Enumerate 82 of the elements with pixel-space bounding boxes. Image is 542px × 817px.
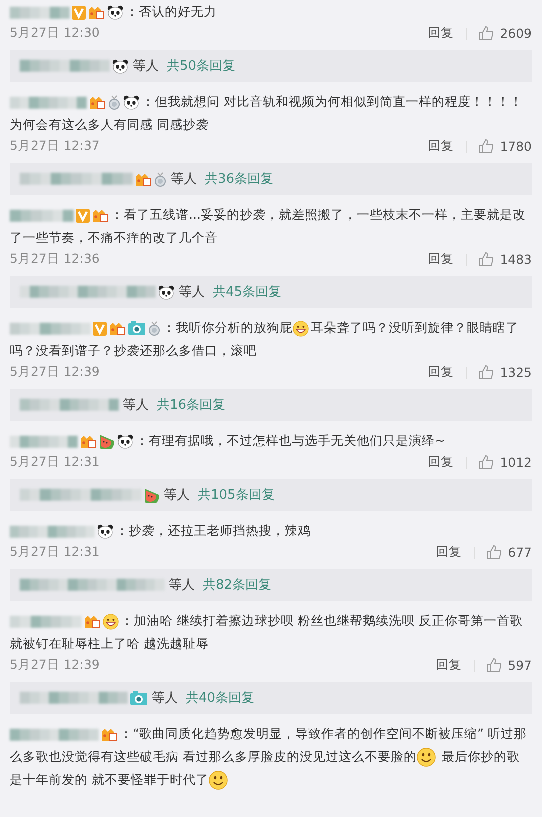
repliers-suffix: 等人 [133, 58, 159, 75]
blurred-username [10, 616, 82, 628]
like-button[interactable]: 1483 [479, 252, 532, 267]
thumbs-up-icon [479, 26, 494, 41]
medal-icon [148, 321, 161, 336]
comment-date: 5月27日 12:36 [10, 251, 101, 268]
camera-icon [130, 690, 148, 706]
watermelon-icon [99, 434, 115, 450]
reply-link[interactable]: 回复 [428, 251, 454, 268]
medal-icon [108, 95, 121, 110]
comment-text: ：抄袭，还拉王老师挡热搜，辣鸡 [10, 519, 532, 542]
like-button[interactable]: 1780 [479, 139, 532, 154]
crown-badge-icon [101, 727, 118, 742]
crown-badge-icon [80, 434, 97, 450]
reply-link[interactable]: 回复 [428, 138, 454, 155]
reply-link[interactable]: 回复 [436, 544, 462, 561]
medal-icon [154, 172, 167, 186]
crown-badge-icon [92, 208, 109, 224]
like-button[interactable]: 2609 [479, 26, 532, 41]
reply-link[interactable]: 回复 [428, 25, 454, 42]
like-button[interactable]: 1012 [479, 455, 532, 470]
reply-link[interactable]: 回复 [436, 657, 462, 674]
comment-date: 5月27日 12:39 [10, 657, 101, 674]
comment-text: ：否认的好无力 [10, 0, 532, 23]
reply-count-link[interactable]: 共82条回复 [203, 576, 272, 594]
comment-text: ：但我就想问 对比音轨和视频为何相似到简直一样的程度！！！！为何会有这么多人有同感 同感抄袭 [10, 93, 524, 134]
like-button[interactable]: 1325 [479, 365, 532, 380]
repliers-suffix: 等人 [123, 397, 149, 414]
repliers-suffix: 等人 [179, 284, 205, 301]
reply-count-link[interactable]: 共105条回复 [198, 486, 275, 504]
panda-icon [117, 434, 134, 450]
blurred-username [10, 436, 78, 448]
crown-badge-icon [88, 5, 105, 20]
comment-date: 5月27日 12:31 [10, 454, 101, 471]
panda-icon [158, 284, 175, 300]
repliers-suffix: 等人 [152, 690, 178, 707]
repliers-suffix: 等人 [169, 577, 195, 594]
repliers-suffix: 等人 [164, 487, 190, 504]
panda-icon [112, 58, 129, 74]
crown-badge-icon [109, 321, 126, 336]
reply-link[interactable]: 回复 [428, 454, 454, 471]
comment-text: ：有理有据哦，不过怎样也与选手无关他们只是演绎~ [10, 429, 532, 452]
thumbs-up-icon [479, 252, 494, 267]
thumbs-up-icon [487, 545, 502, 560]
like-button[interactable]: 597 [487, 658, 532, 673]
smiley-face-icon [416, 748, 436, 768]
reply-count-link[interactable]: 共36条回复 [205, 170, 274, 188]
comment-date: 5月27日 12:30 [10, 25, 101, 42]
blurred-username [10, 6, 70, 19]
reply-count-link[interactable]: 共16条回复 [157, 396, 226, 414]
thumbs-up-icon [487, 658, 502, 673]
v-badge-icon [93, 322, 107, 336]
v-badge-icon [72, 6, 86, 20]
panda-icon [107, 5, 124, 20]
watermelon-icon [144, 488, 160, 502]
blurred-username [10, 210, 74, 222]
panda-icon [97, 524, 114, 540]
comment-date: 5月27日 12:31 [10, 544, 101, 561]
reply-count-link[interactable]: 共50条回复 [167, 57, 236, 75]
thumbs-up-icon [479, 139, 494, 154]
comment-date: 5月27日 12:39 [10, 364, 101, 381]
comment-date: 5月27日 12:37 [10, 138, 101, 155]
thumbs-up-icon [479, 365, 494, 380]
crown-badge-icon [135, 172, 152, 186]
reply-count-link[interactable]: 共45条回复 [213, 283, 282, 301]
camera-icon [128, 321, 146, 336]
panda-icon [123, 95, 140, 110]
repliers-suffix: 等人 [171, 171, 197, 188]
reply-count-link[interactable]: 共40条回复 [186, 689, 255, 707]
smiley-face-icon [208, 771, 228, 790]
comment-text: ：“歌曲同质化趋势愈发明显，导致作者的创作空间不断被压缩” 听过那么多歌也没觉得有这些破毛病 看过那么多厚脸皮的没见过这么不要脸的 最后你抄的歌是十年前发的 就不要怪罪于时代了 [10, 722, 532, 791]
crown-badge-icon [89, 95, 106, 110]
v-badge-icon [76, 208, 90, 223]
grinning-face-icon [293, 320, 309, 337]
reply-link[interactable]: 回复 [428, 364, 454, 381]
thumbs-up-icon [479, 455, 494, 470]
comment-text: ：看了五线谱...妥妥的抄袭，就差照搬了，一些枝末不一样，主要就是改了一些节奏，不痛不痒的改了几个音 [10, 206, 527, 247]
grinning-face-icon [103, 614, 119, 630]
crown-badge-icon [84, 614, 101, 630]
comment-text: ：加油哈 继续打着擦边球抄呗 粉丝也继帮鹅续洗呗 反正你哥第一首歌就被钉在耻辱柱上了哈 越洗越耻辱 [10, 612, 524, 653]
like-button[interactable]: 677 [487, 545, 532, 560]
comment-text: ：我听你分析的放狗屁 耳朵聋了吗？没听到旋律？眼睛瞎了吗？没看到谱子？抄袭还那么多借口，滚吧 [10, 319, 520, 360]
